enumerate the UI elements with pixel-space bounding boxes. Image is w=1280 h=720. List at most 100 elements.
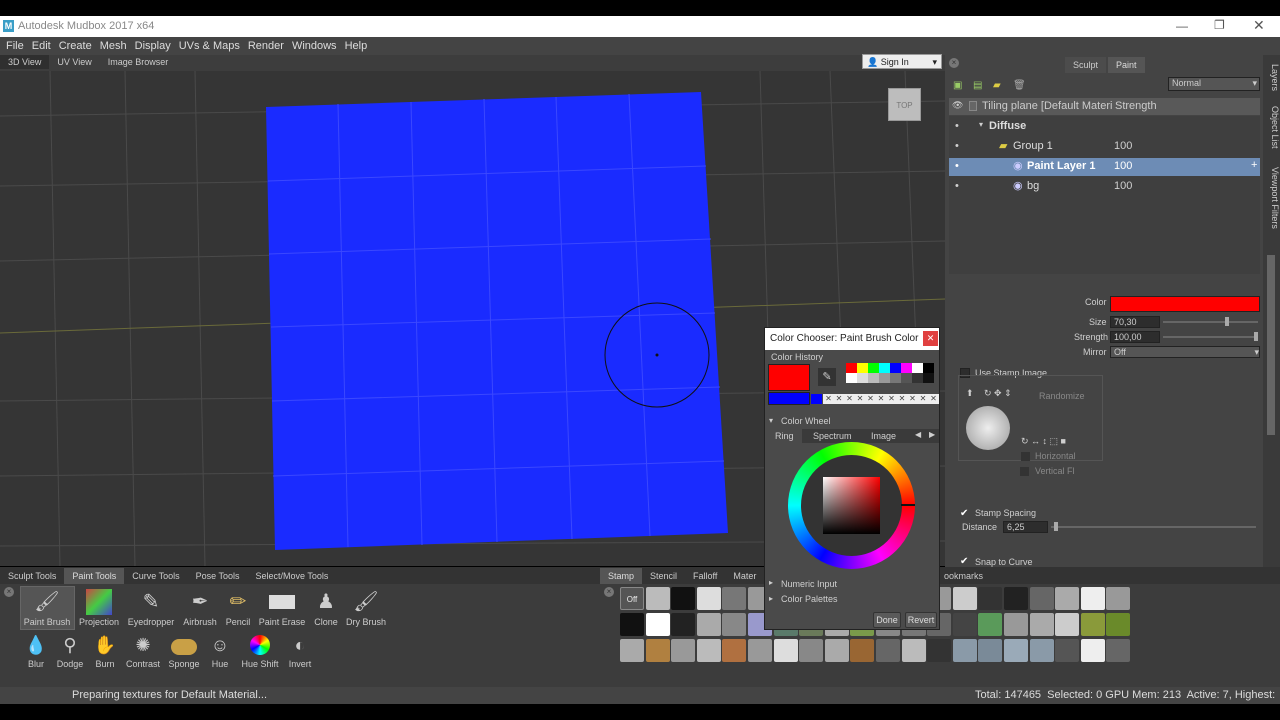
stamp-thumbnail[interactable] [978, 613, 1003, 636]
delete-layer-icon[interactable]: 🗑 [1013, 80, 1026, 91]
tab-sculpt-tools[interactable]: Sculpt Tools [0, 568, 64, 584]
stamp-thumbnail[interactable] [722, 639, 747, 662]
stamp-thumbnail[interactable] [773, 639, 798, 662]
tab-spectrum[interactable]: Spectrum [805, 429, 860, 443]
menu-help[interactable]: Help [341, 38, 372, 54]
color-palettes-label[interactable]: Color Palettes [781, 594, 838, 604]
tab-select-move-tools[interactable]: Select/Move Tools [247, 568, 336, 584]
stamp-thumbnail[interactable] [696, 587, 721, 610]
stamp-thumbnail[interactable] [645, 587, 670, 610]
tiling-plane[interactable] [266, 92, 728, 550]
tab-image-browser[interactable]: Image Browser [100, 55, 177, 69]
menu-uvs-maps[interactable]: UVs & Maps [175, 38, 244, 54]
stamp-thumbnail[interactable] [1055, 639, 1080, 662]
sign-in-button[interactable]: 👤 Sign In ▾ [862, 54, 942, 69]
stamp-thumbnail[interactable] [1004, 613, 1028, 636]
stamp-thumbnail[interactable] [1004, 639, 1028, 662]
stamp-thumbnail[interactable] [671, 587, 696, 610]
history-swatch[interactable] [811, 394, 822, 404]
menu-display[interactable]: Display [131, 38, 175, 54]
empty-swatch[interactable]: ✕ [854, 394, 866, 404]
rotate-icon[interactable]: ↻ ✥ ⇕ [984, 388, 1012, 399]
strength-field[interactable]: 100,00 [1110, 331, 1160, 343]
tool-dry-brush[interactable]: 🖌 Dry Brush [340, 589, 392, 627]
palettes-expand-icon[interactable]: ▸ [769, 594, 773, 603]
tab-layers[interactable]: Layers [1263, 63, 1280, 93]
collapse-icon[interactable]: × [949, 58, 959, 68]
dialog-close-button[interactable]: ✕ [923, 331, 938, 346]
tool-eyedropper[interactable]: ✎ Eyedropper [125, 589, 177, 627]
stamp-thumbnail[interactable] [1029, 613, 1054, 636]
empty-swatch[interactable]: ✕ [844, 394, 855, 404]
menu-mesh[interactable]: Mesh [96, 38, 131, 54]
new-layer-icon[interactable]: ▣ [953, 80, 962, 91]
history-swatch[interactable] [890, 373, 901, 383]
tab-sculpt[interactable]: Sculpt [1065, 57, 1107, 73]
stamp-thumbnail[interactable] [978, 639, 1003, 662]
distance-slider[interactable] [1051, 522, 1256, 531]
strength-slider[interactable] [1163, 332, 1258, 341]
empty-swatch[interactable]: ✕ [917, 394, 929, 404]
distance-field[interactable]: 6,25 [1003, 521, 1048, 533]
stamp-thumbnail[interactable] [952, 613, 977, 636]
stamp-thumbnail[interactable] [722, 613, 747, 636]
tab-scroll-left-icon[interactable]: ◀ [915, 430, 921, 439]
layer-row-paint-layer-1[interactable]: • ◉ Paint Layer 1 100 + [949, 158, 1260, 176]
scrollbar[interactable] [1267, 255, 1275, 435]
empty-swatch[interactable]: ✕ [823, 394, 834, 404]
new-folder-icon[interactable]: ▰ [993, 80, 1001, 91]
tab-scroll-right-icon[interactable]: ▶ [929, 430, 935, 439]
tray-close-icon[interactable]: × [4, 587, 14, 597]
slider-handle[interactable] [1225, 317, 1229, 326]
maximize-icon[interactable]: ❐ [1214, 18, 1225, 32]
history-swatch[interactable] [901, 363, 912, 373]
tab-image[interactable]: Image [863, 429, 904, 443]
stamp-thumbnail[interactable] [978, 587, 1003, 610]
expand-icon[interactable]: ▾ [979, 120, 983, 129]
transform-icons[interactable]: ↻ ↔ ↕ ⬚ ■ [1021, 436, 1066, 447]
stamp-thumbnail[interactable] [620, 613, 644, 636]
menu-edit[interactable]: Edit [28, 38, 55, 54]
menu-file[interactable]: File [2, 38, 28, 54]
stamp-thumbnail[interactable] [671, 639, 696, 662]
stamp-thumbnail[interactable] [1106, 587, 1131, 610]
stamp-thumbnail[interactable] [1029, 639, 1054, 662]
stamp-thumbnail[interactable] [722, 587, 747, 610]
mirror-select[interactable]: Off ▾ [1110, 346, 1260, 358]
horizontal-checkbox[interactable] [1021, 452, 1030, 461]
previous-color-swatch[interactable] [768, 392, 810, 405]
color-ring[interactable] [788, 442, 915, 569]
empty-swatch[interactable]: ✕ [875, 394, 887, 404]
add-icon[interactable]: + [1251, 159, 1257, 171]
tab-ring[interactable]: Ring [767, 429, 802, 443]
blend-mode-select[interactable]: Normal ▾ [1168, 77, 1260, 91]
tab-paint[interactable]: Paint [1108, 57, 1145, 73]
color-swatch[interactable] [1110, 296, 1260, 312]
history-swatch[interactable] [846, 363, 857, 373]
numeric-input-label[interactable]: Numeric Input [781, 579, 837, 589]
stamp-preview[interactable] [966, 406, 1010, 450]
empty-swatch[interactable]: ✕ [928, 394, 939, 404]
visibility-dot-icon[interactable]: • [955, 160, 959, 172]
stamp-thumbnail[interactable] [1106, 639, 1131, 662]
stamp-thumbnail[interactable] [1004, 587, 1028, 610]
stamp-thumbnail[interactable] [1055, 587, 1080, 610]
eye-icon[interactable]: 👁 [952, 100, 963, 111]
eyedropper-icon[interactable]: ✎ [818, 368, 836, 386]
empty-swatch[interactable]: ✕ [907, 394, 918, 404]
empty-swatch[interactable]: ✕ [886, 394, 897, 404]
stamp-thumbnail[interactable] [1080, 587, 1105, 610]
tool-invert[interactable]: ◐ Invert [274, 635, 326, 669]
tab-paint-tools[interactable]: Paint Tools [64, 568, 125, 584]
stamp-thumbnail[interactable] [952, 639, 977, 662]
empty-swatch[interactable]: ✕ [865, 394, 876, 404]
visibility-dot-icon[interactable]: • [955, 120, 959, 132]
stamp-thumbnail[interactable] [696, 639, 721, 662]
stamp-thumbnail[interactable] [850, 639, 875, 662]
size-field[interactable]: 70,30 [1110, 316, 1160, 328]
slider-handle[interactable] [1054, 522, 1058, 531]
stamp-thumbnail[interactable] [1080, 613, 1105, 636]
menu-render[interactable]: Render [244, 38, 288, 54]
visibility-dot-icon[interactable]: • [955, 180, 959, 192]
revert-button[interactable]: Revert [905, 612, 937, 628]
